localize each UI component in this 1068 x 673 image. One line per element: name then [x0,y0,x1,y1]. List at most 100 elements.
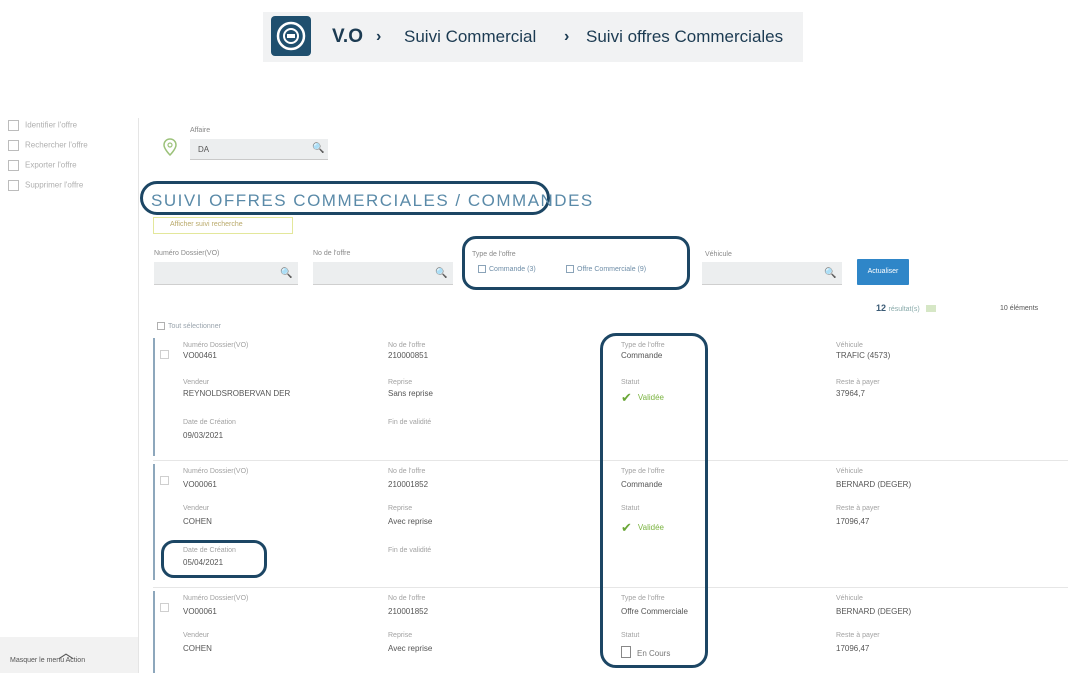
field-label: Véhicule [836,342,863,349]
search-icon[interactable]: 🔍 [824,268,836,279]
field-label: Fin de validité [388,547,432,554]
card-accent-bar [153,338,155,456]
breadcrumb-root[interactable]: V.O [332,26,363,48]
affaire-input[interactable]: DA 🔍 [190,139,328,160]
delete-icon [8,180,19,191]
numero-filter-label: Numéro Dossier(VO) [154,250,220,257]
field-label: Vendeur [183,379,210,386]
menu-item-label: Identifier l'offre [25,120,78,130]
field-label: Numéro Dossier(VO) [183,595,249,602]
numero-filter-input[interactable]: 🔍 [154,262,298,285]
field-label: Numéro Dossier(VO) [183,342,249,349]
breadcrumb-separator-icon: › [376,28,382,45]
vendeur-value: REYNOLDSROBERVAN DER [183,389,291,398]
menu-item-label: Exporter l'offre [25,160,77,170]
field-label: Vendeur [183,632,210,639]
export-excel-icon[interactable] [926,305,937,313]
result-count: 12 résultat(s) [876,303,937,313]
menu-item-label: Supprimer l'offre [25,180,84,190]
vehicule-value: BERNARD (DEGER) [836,480,912,489]
vehicule-filter-input[interactable]: 🔍 [702,262,842,285]
afficher-suivi-button[interactable]: Afficher suivi recherche [153,217,293,234]
checkbox-icon [478,265,486,273]
page-title: SUIVI OFFRES COMMERCIALES / COMMANDES [151,191,594,210]
menu-item-rechercher[interactable]: Rechercher l'offre [8,140,88,156]
field-label: Reprise [388,632,413,639]
afficher-label: Afficher suivi recherche [170,221,243,228]
menu-item-exporter[interactable]: Exporter l'offre [8,160,77,176]
field-label: Reprise [388,505,413,512]
search-icon[interactable]: 🔍 [312,143,324,154]
export-icon [8,160,19,171]
checkbox-icon [157,322,165,330]
search-icon[interactable]: 🔍 [280,268,292,279]
card-accent-bar [153,464,155,580]
vendeur-value: COHEN [183,644,212,653]
menu-divider [138,118,139,673]
document-icon [8,120,19,131]
reprise-value: Sans reprise [388,389,433,398]
app-logo-icon[interactable] [271,16,311,56]
field-label: Reprise [388,379,413,386]
checkbox-label: Offre Commerciale (9) [577,265,647,273]
no-offre-value: 210001852 [388,607,429,616]
field-label: Fin de validité [388,419,432,426]
result-count-label: résultat(s) [888,306,920,313]
field-label: Reste à payer [836,505,880,512]
field-label: No de l'offre [388,595,426,602]
type-filter-label: Type de l'offre [472,251,516,258]
menu-item-supprimer[interactable]: Supprimer l'offre [8,180,83,196]
reprise-value: Avec reprise [388,517,433,526]
hide-menu-label: Masquer le menu Action [10,657,86,664]
select-all-label: Tout sélectionner [168,322,221,330]
checkbox-label: Commande (3) [489,265,536,273]
type-statut-column-highlight [600,333,708,668]
search-icon[interactable]: 🔍 [435,268,447,279]
no-offre-filter-input[interactable]: 🔍 [313,262,453,285]
hide-menu-button[interactable]: ︿ Masquer le menu Action [0,637,138,673]
numero-value[interactable]: VO00461 [183,351,217,360]
row-checkbox[interactable] [160,476,169,485]
field-label: Numéro Dossier(VO) [183,468,249,475]
no-offre-filter-label: No de l'offre [313,250,351,257]
reprise-value: Avec reprise [388,644,433,653]
card-accent-bar [153,591,155,673]
field-label: No de l'offre [388,468,426,475]
search-document-icon [8,140,19,151]
field-label: Date de Création [183,419,236,426]
vehicule-filter-label: Véhicule [705,251,732,258]
field-label: No de l'offre [388,342,426,349]
breadcrumb-suivi-offres[interactable]: Suivi offres Commerciales [586,27,783,47]
reste-value: 37964,7 [836,389,865,398]
checkbox-icon [566,265,574,273]
result-count-value: 12 [876,303,887,313]
menu-item-identifier[interactable]: Identifier l'offre [8,120,77,136]
date-creation-value: 09/03/2021 [183,431,224,440]
vehicule-value: BERNARD (DEGER) [836,607,912,616]
numero-value[interactable]: VO00061 [183,607,217,616]
type-filter-highlight [462,236,690,290]
reste-value: 17096,47 [836,644,870,653]
no-offre-value: 210001852 [388,480,429,489]
type-offre-checkbox[interactable]: Offre Commerciale (9) [566,265,646,273]
numero-value[interactable]: VO00061 [183,480,217,489]
field-label: Véhicule [836,595,863,602]
row-checkbox[interactable] [160,603,169,612]
type-commande-checkbox[interactable]: Commande (3) [478,265,536,273]
field-label: Reste à payer [836,632,880,639]
per-page-select[interactable]: 10 éléments [1000,305,1038,312]
row-checkbox[interactable] [160,350,169,359]
field-label: Véhicule [836,468,863,475]
affaire-value: DA [198,145,210,154]
vehicule-value: TRAFIC (4573) [836,351,891,360]
actualiser-button[interactable]: Actualiser [857,259,909,285]
reste-value: 17096,47 [836,517,870,526]
breadcrumb: V.O › Suivi Commercial › Suivi offres Co… [263,12,803,62]
no-offre-value: 210000851 [388,351,429,360]
vendeur-value: COHEN [183,517,212,526]
breadcrumb-suivi-commercial[interactable]: Suivi Commercial [404,27,536,47]
date-creation-highlight [161,540,267,578]
select-all-checkbox[interactable]: Tout sélectionner [157,322,221,330]
breadcrumb-separator-icon: › [564,28,570,45]
menu-item-label: Rechercher l'offre [25,140,88,150]
